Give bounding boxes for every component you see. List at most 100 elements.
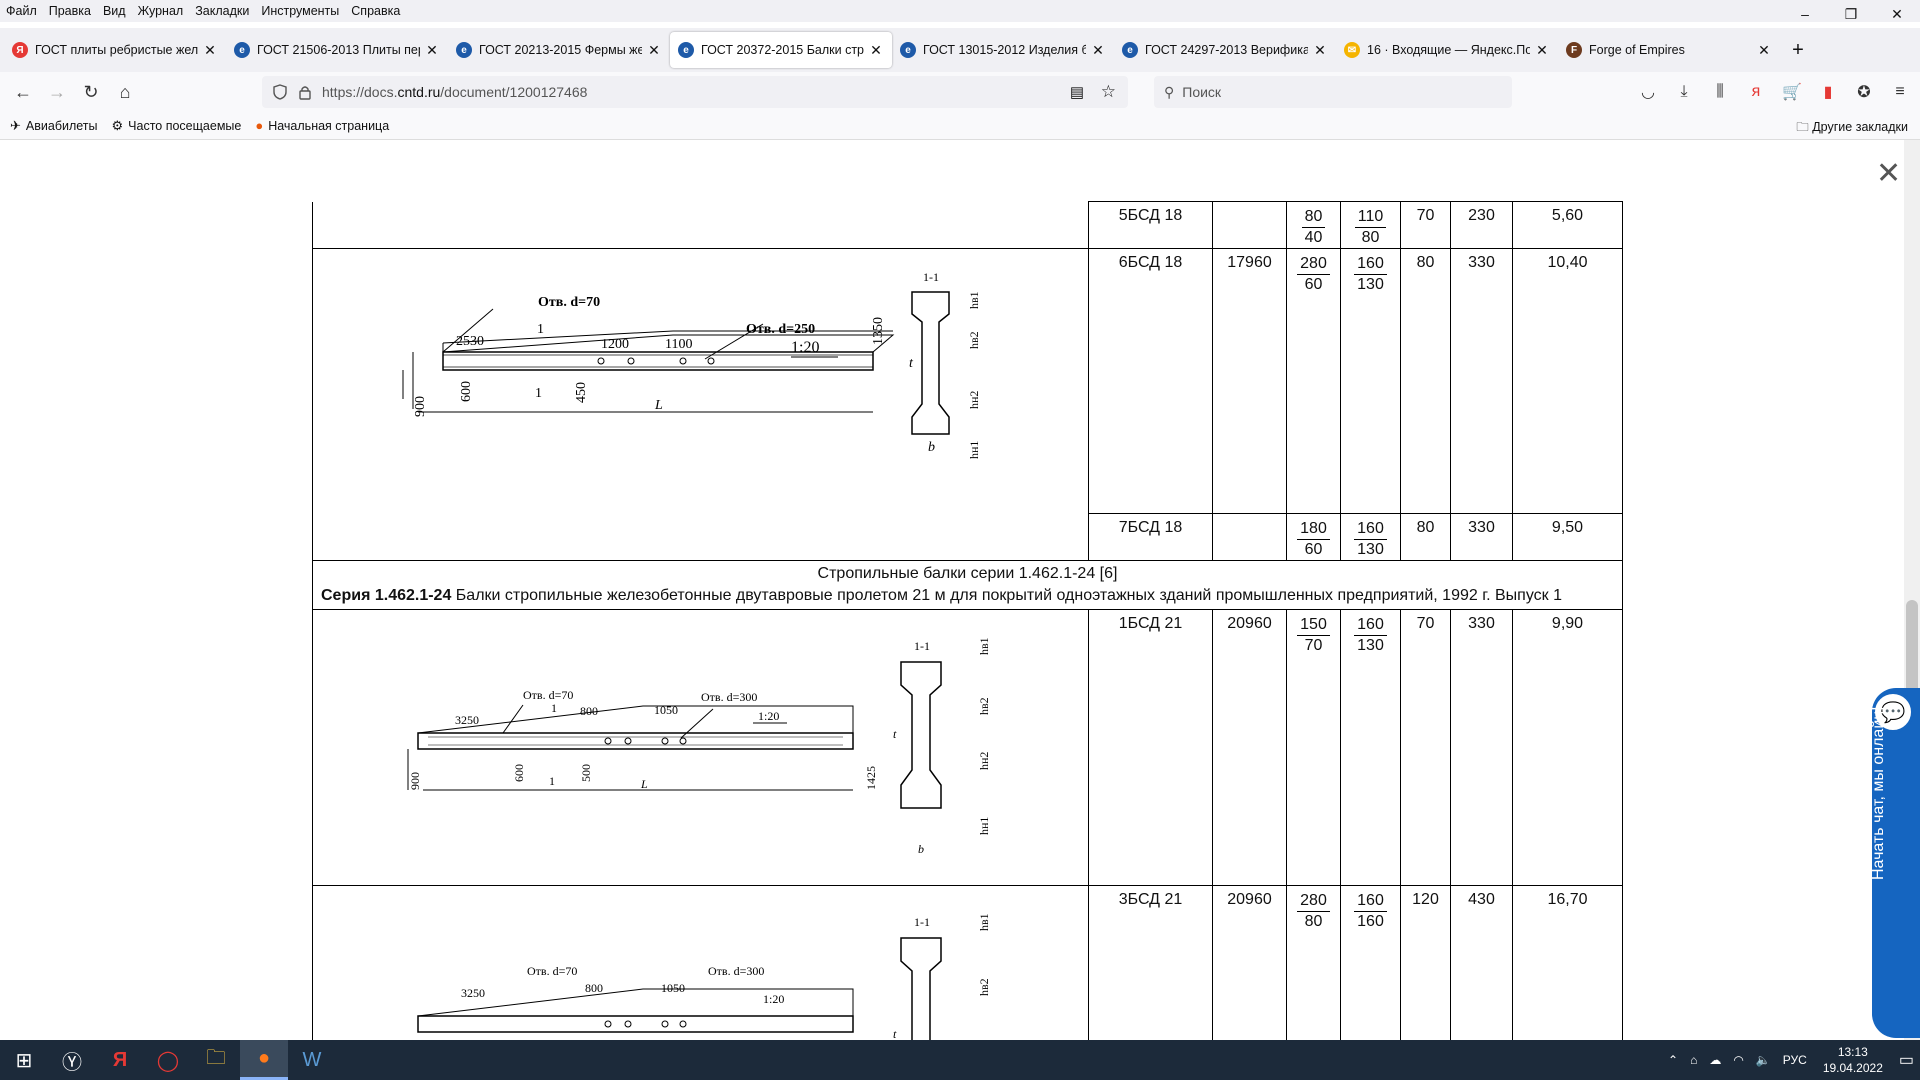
menu-icon[interactable]: ≡	[1882, 76, 1918, 108]
shield-icon[interactable]	[272, 84, 288, 100]
notification-icon[interactable]: ▭	[1899, 1050, 1914, 1070]
cart-icon[interactable]: 🛒	[1774, 76, 1810, 108]
windows-start-icon[interactable]: ⊞	[0, 1040, 48, 1080]
reload-button[interactable]: ↻	[74, 76, 108, 108]
maximize-button[interactable]: ❐	[1828, 0, 1874, 28]
yandex-icon[interactable]: я	[1738, 76, 1774, 108]
language-indicator[interactable]: РУС	[1783, 1053, 1807, 1067]
dim-b: b	[918, 842, 924, 856]
other-bookmarks-label: Другие закладки	[1812, 120, 1908, 134]
cell-length	[1212, 201, 1287, 249]
bookmark-label: Авиабилеты	[25, 118, 98, 133]
holes	[597, 357, 715, 365]
home-button[interactable]: ⌂	[108, 76, 142, 108]
menu-tools[interactable]: Инструменты	[261, 4, 339, 18]
navigation-bar: ← → ↻ ⌂ https://docs.cntd.ru/document/12…	[0, 72, 1920, 112]
tab-label: ГОСТ 20372-2015 Балки стропи	[701, 43, 864, 57]
volume-icon[interactable]: 🔈	[1756, 1053, 1771, 1067]
dim-900: 900	[408, 772, 422, 790]
dim-1200: 1200	[601, 337, 629, 352]
firefox-icon[interactable]: ●	[240, 1040, 288, 1080]
tab-label: ГОСТ 13015-2012 Изделия бето	[923, 43, 1086, 57]
bookmark-star-icon[interactable]: ☆	[1101, 82, 1116, 102]
cell-c: 70	[1400, 201, 1451, 249]
menu-view[interactable]: Вид	[103, 4, 126, 18]
bookmark-flag-icon[interactable]: ▮	[1810, 76, 1846, 108]
dim-450: 450	[574, 382, 589, 403]
yandex-browser-icon[interactable]: Ⓨ	[48, 1040, 96, 1080]
tab[interactable]: F Forge of Empires ✕	[1558, 32, 1780, 68]
tab[interactable]: e ГОСТ 13015-2012 Изделия бето ✕	[892, 32, 1114, 68]
tab-close-icon[interactable]: ✕	[424, 42, 440, 59]
cell-mark: 3БСД 21	[1088, 885, 1213, 1040]
dim-hb1: hв1	[967, 291, 981, 309]
other-bookmarks[interactable]: 🗀 Другие закладки	[1796, 118, 1908, 139]
folder-icon[interactable]: 🗀	[192, 1040, 240, 1080]
toolbar-icons: ◡ ⤓ ⫼ я 🛒 ▮ ✪ ≡	[1630, 76, 1918, 108]
downloads-icon[interactable]: ⤓	[1666, 76, 1702, 108]
tab-close-icon[interactable]: ✕	[646, 42, 662, 59]
network-icon[interactable]: ⌂	[1690, 1053, 1697, 1067]
menu-edit[interactable]: Правка	[49, 4, 91, 18]
cell-c: 80	[1400, 513, 1451, 561]
tab[interactable]: e ГОСТ 20213-2015 Фермы желе ✕	[448, 32, 670, 68]
chevron-up-icon[interactable]: ⌃	[1668, 1053, 1678, 1067]
tab-close-icon[interactable]: ✕	[868, 42, 884, 59]
slope-label: 1:20	[791, 339, 819, 356]
new-tab-button[interactable]: +	[1782, 34, 1814, 66]
drawing-cell	[312, 201, 1089, 249]
menu-help[interactable]: Справка	[351, 4, 400, 18]
lock-icon[interactable]	[298, 84, 312, 100]
game-icon: F	[1566, 42, 1582, 58]
minimize-button[interactable]: –	[1782, 0, 1828, 28]
extension-icon[interactable]: ✪	[1846, 76, 1882, 108]
tab[interactable]: ✉ 16 · Входящие — Яндекс.Почта ✕	[1336, 32, 1558, 68]
cell-c: 120	[1400, 885, 1451, 1040]
tab-active[interactable]: e ГОСТ 20372-2015 Балки стропи ✕	[670, 32, 892, 68]
plane-icon: ✈	[10, 117, 21, 133]
cloud-icon[interactable]: ☁	[1709, 1053, 1721, 1067]
section-view	[900, 661, 942, 809]
length-label: L	[654, 398, 663, 413]
section-mark-top: 1	[551, 701, 557, 715]
search-input[interactable]: ⚲ Поиск	[1154, 76, 1512, 108]
cell-length: 20960	[1212, 609, 1287, 886]
forward-button[interactable]: →	[40, 76, 74, 108]
tab-close-icon[interactable]: ✕	[1090, 42, 1106, 59]
tab-close-icon[interactable]: ✕	[1756, 42, 1772, 59]
document-icon: e	[234, 42, 250, 58]
tab-close-icon[interactable]: ✕	[1312, 42, 1328, 59]
clock[interactable]: 13:13 19.04.2022	[1823, 1044, 1883, 1076]
bookmark-item[interactable]: ● Начальная страница	[255, 118, 389, 133]
cell-mass: 16,70	[1512, 885, 1623, 1040]
dim-t: t	[893, 1027, 897, 1040]
close-document-icon[interactable]: ✕	[1876, 156, 1901, 191]
dim-t: t	[909, 356, 914, 371]
reader-view-icon[interactable]: ▤	[1070, 83, 1084, 101]
opera-icon[interactable]: ◯	[144, 1040, 192, 1080]
menu-file[interactable]: Файл	[6, 4, 37, 18]
mail-icon: ✉	[1344, 42, 1360, 58]
tab-close-icon[interactable]: ✕	[202, 42, 218, 59]
library-icon[interactable]: ⫼	[1702, 76, 1738, 108]
url-text[interactable]: https://docs.cntd.ru/document/1200127468	[322, 84, 587, 100]
bookmark-item[interactable]: ✈ Авиабилеты	[10, 118, 98, 134]
tab-label: ГОСТ 24297-2013 Верификация	[1145, 43, 1308, 57]
chat-label[interactable]: Начать чат, мы онлайн!	[1870, 600, 1888, 880]
menu-bookmarks[interactable]: Закладки	[195, 4, 249, 18]
url-bar[interactable]: https://docs.cntd.ru/document/1200127468…	[262, 76, 1128, 108]
back-button[interactable]: ←	[6, 76, 40, 108]
pocket-icon[interactable]: ◡	[1630, 76, 1666, 108]
close-window-button[interactable]: ✕	[1874, 0, 1920, 28]
wifi-icon[interactable]: ◠	[1733, 1053, 1743, 1067]
menu-history[interactable]: Журнал	[138, 4, 184, 18]
tab-close-icon[interactable]: ✕	[1534, 42, 1550, 59]
bookmark-item[interactable]: ⚙ Часто посещаемые	[112, 118, 242, 134]
series-title: Стропильные балки серии 1.462.1-24 [6]	[817, 565, 1118, 582]
tab[interactable]: e ГОСТ 24297-2013 Верификация ✕	[1114, 32, 1336, 68]
tab[interactable]: Я ГОСТ плиты ребристые желез ✕	[4, 32, 226, 68]
dim-500: 500	[579, 764, 593, 782]
tab[interactable]: e ГОСТ 21506-2013 Плиты перек ✕	[226, 32, 448, 68]
word-icon[interactable]: W	[288, 1040, 336, 1080]
yandex-icon[interactable]: Я	[96, 1040, 144, 1080]
